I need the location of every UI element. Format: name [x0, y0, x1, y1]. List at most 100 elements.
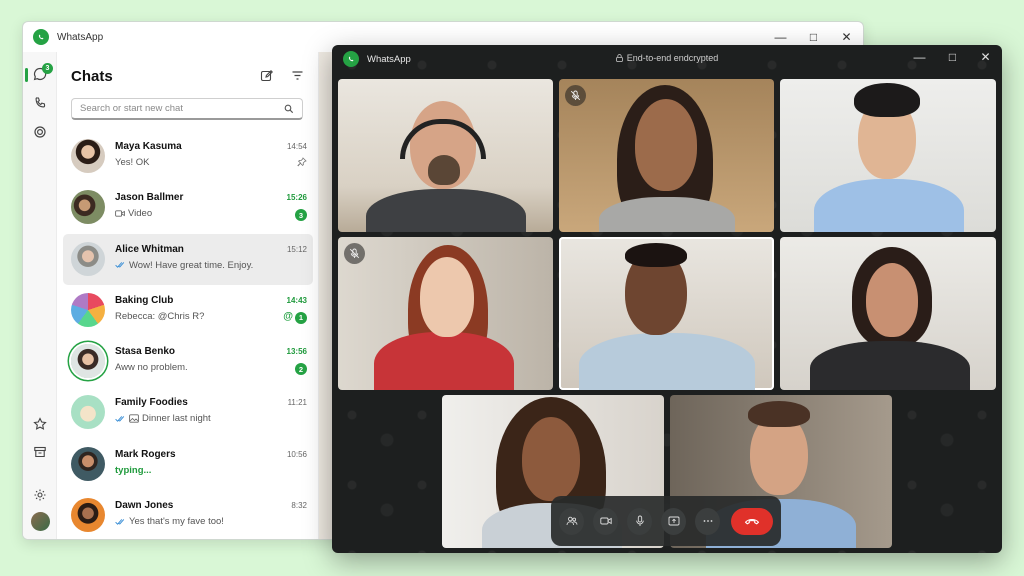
lock-icon	[615, 54, 623, 62]
chat-item-alice-whitman[interactable]: Alice Whitman Wow! Have great time. Enjo…	[63, 233, 313, 285]
participant-tile-2[interactable]	[559, 79, 774, 232]
chat-time: 15:12	[286, 244, 307, 254]
mention-indicator: @	[283, 310, 293, 322]
chat-item-dawn-jones[interactable]: Dawn Jones Yes that's my fave too! 8:32	[63, 490, 313, 539]
profile-avatar[interactable]	[31, 512, 50, 531]
avatar	[71, 395, 105, 430]
chat-preview: Wow! Have great time. Enjoy.	[115, 260, 253, 271]
gear-icon	[34, 489, 46, 501]
video-icon	[115, 210, 125, 217]
search-icon	[284, 104, 294, 113]
chat-name: Dawn Jones	[115, 500, 174, 512]
double-check-icon	[115, 262, 125, 269]
chat-time: 10:56	[286, 449, 307, 459]
participant-tile-5-active-speaker[interactable]	[559, 237, 774, 390]
chat-list: Maya Kasuma Yes! OK 14:54 Jason Ballmer …	[63, 131, 313, 539]
mic-icon	[635, 515, 644, 526]
avatar	[71, 139, 105, 173]
call-maximize-button[interactable]: □	[936, 45, 969, 69]
pin-icon	[297, 157, 307, 167]
call-minimize-button[interactable]: —	[903, 45, 936, 69]
double-check-icon	[115, 518, 125, 525]
call-close-button[interactable]: ✕	[969, 45, 1002, 69]
image-icon	[129, 414, 139, 424]
avatar	[71, 344, 105, 379]
chat-name: Stasa Benko	[115, 346, 176, 358]
chat-time: 11:21	[287, 398, 307, 408]
chat-name: Jason Ballmer	[115, 192, 184, 204]
share-screen-icon	[668, 516, 680, 526]
nav-rail: 3	[23, 52, 57, 539]
chat-item-jason-ballmer[interactable]: Jason Ballmer Video 15:26 3	[63, 182, 313, 233]
participant-tile-6[interactable]	[780, 237, 996, 390]
end-call-button[interactable]	[731, 507, 773, 535]
filter-button[interactable]	[288, 66, 306, 84]
unread-badge: 1	[295, 311, 307, 324]
share-screen-button[interactable]	[661, 507, 687, 535]
search-input[interactable]	[80, 103, 284, 114]
chat-name: Maya Kasuma	[115, 141, 182, 152]
filter-icon	[292, 70, 302, 80]
call-titlebar: WhatsApp End-to-end endcrypted — □ ✕	[332, 45, 1002, 73]
search-box[interactable]	[71, 98, 303, 120]
chat-preview: Yes! OK	[115, 157, 150, 168]
chat-item-mark-rogers[interactable]: Mark Rogers typing... 10:56	[63, 439, 313, 490]
more-icon	[703, 520, 713, 522]
unread-badge: 3	[295, 209, 307, 222]
archive-icon	[34, 446, 46, 458]
app-title: WhatsApp	[57, 31, 104, 43]
microphone-button[interactable]	[627, 507, 653, 535]
avatar	[71, 292, 105, 327]
participant-tile-4[interactable]	[338, 237, 553, 390]
chat-name: Alice Whitman	[115, 243, 184, 255]
avatar	[71, 498, 105, 533]
end-call-icon	[745, 518, 760, 525]
participant-tile-3[interactable]	[780, 79, 996, 232]
avatar	[71, 190, 105, 225]
chat-time: 15:26	[286, 193, 307, 203]
avatar	[71, 446, 105, 481]
chat-time: 13:56	[286, 347, 307, 357]
chat-item-maya-kasuma[interactable]: Maya Kasuma Yes! OK 14:54	[63, 131, 313, 182]
chat-name: Mark Rogers	[115, 448, 176, 460]
nav-starred-button[interactable]	[23, 410, 57, 438]
chat-name: Family Foodies	[115, 397, 188, 409]
unread-badge: 2	[295, 363, 307, 376]
video-icon	[599, 517, 612, 525]
chat-preview: Dinner last night	[115, 413, 211, 424]
nav-chats-button[interactable]	[23, 60, 57, 88]
call-controls	[551, 496, 781, 546]
nav-settings-button[interactable]	[23, 481, 57, 509]
chat-preview: Rebecca: @Chris R?	[115, 310, 205, 322]
nav-calls-button[interactable]	[23, 89, 57, 117]
mic-off-icon	[349, 248, 360, 259]
chat-item-baking-club[interactable]: Baking Club Rebecca: @Chris R? 14:43 @ 1	[63, 285, 313, 336]
chat-time: 14:54	[286, 142, 307, 151]
call-app-title: WhatsApp	[367, 53, 411, 65]
new-chat-button[interactable]	[257, 66, 275, 84]
chat-preview: Video	[115, 208, 152, 219]
participant-tile-1[interactable]	[338, 79, 553, 232]
nav-status-button[interactable]	[23, 118, 57, 146]
nav-archived-button[interactable]	[23, 438, 57, 466]
chat-time: 8:32	[291, 501, 307, 511]
chat-name: Baking Club	[115, 294, 174, 306]
status-icon	[34, 126, 46, 138]
whatsapp-logo-icon	[343, 51, 359, 67]
participants-button[interactable]	[559, 507, 585, 535]
whatsapp-logo-icon	[33, 29, 49, 45]
double-check-icon	[115, 416, 125, 422]
chat-preview: Yes that's my fave too!	[115, 516, 224, 527]
phone-icon	[35, 97, 46, 108]
chat-item-stasa-benko[interactable]: Stasa Benko Aww no problem. 13:56 2	[63, 336, 313, 387]
new-chat-icon	[260, 69, 273, 81]
chat-item-family-foodies[interactable]: Family Foodies Dinner last night 11:21	[63, 387, 313, 438]
chat-time: 14:43	[286, 295, 307, 305]
chat-list-pane: Chats Maya Kasuma Yes! OK 14:54 Jason Ba…	[57, 52, 319, 539]
chats-unread-badge: 3	[42, 63, 53, 74]
camera-button[interactable]	[593, 507, 619, 535]
star-icon	[33, 417, 47, 430]
chat-preview: Aww no problem.	[115, 362, 188, 374]
more-options-button[interactable]	[695, 507, 721, 535]
mic-off-icon	[570, 90, 581, 101]
